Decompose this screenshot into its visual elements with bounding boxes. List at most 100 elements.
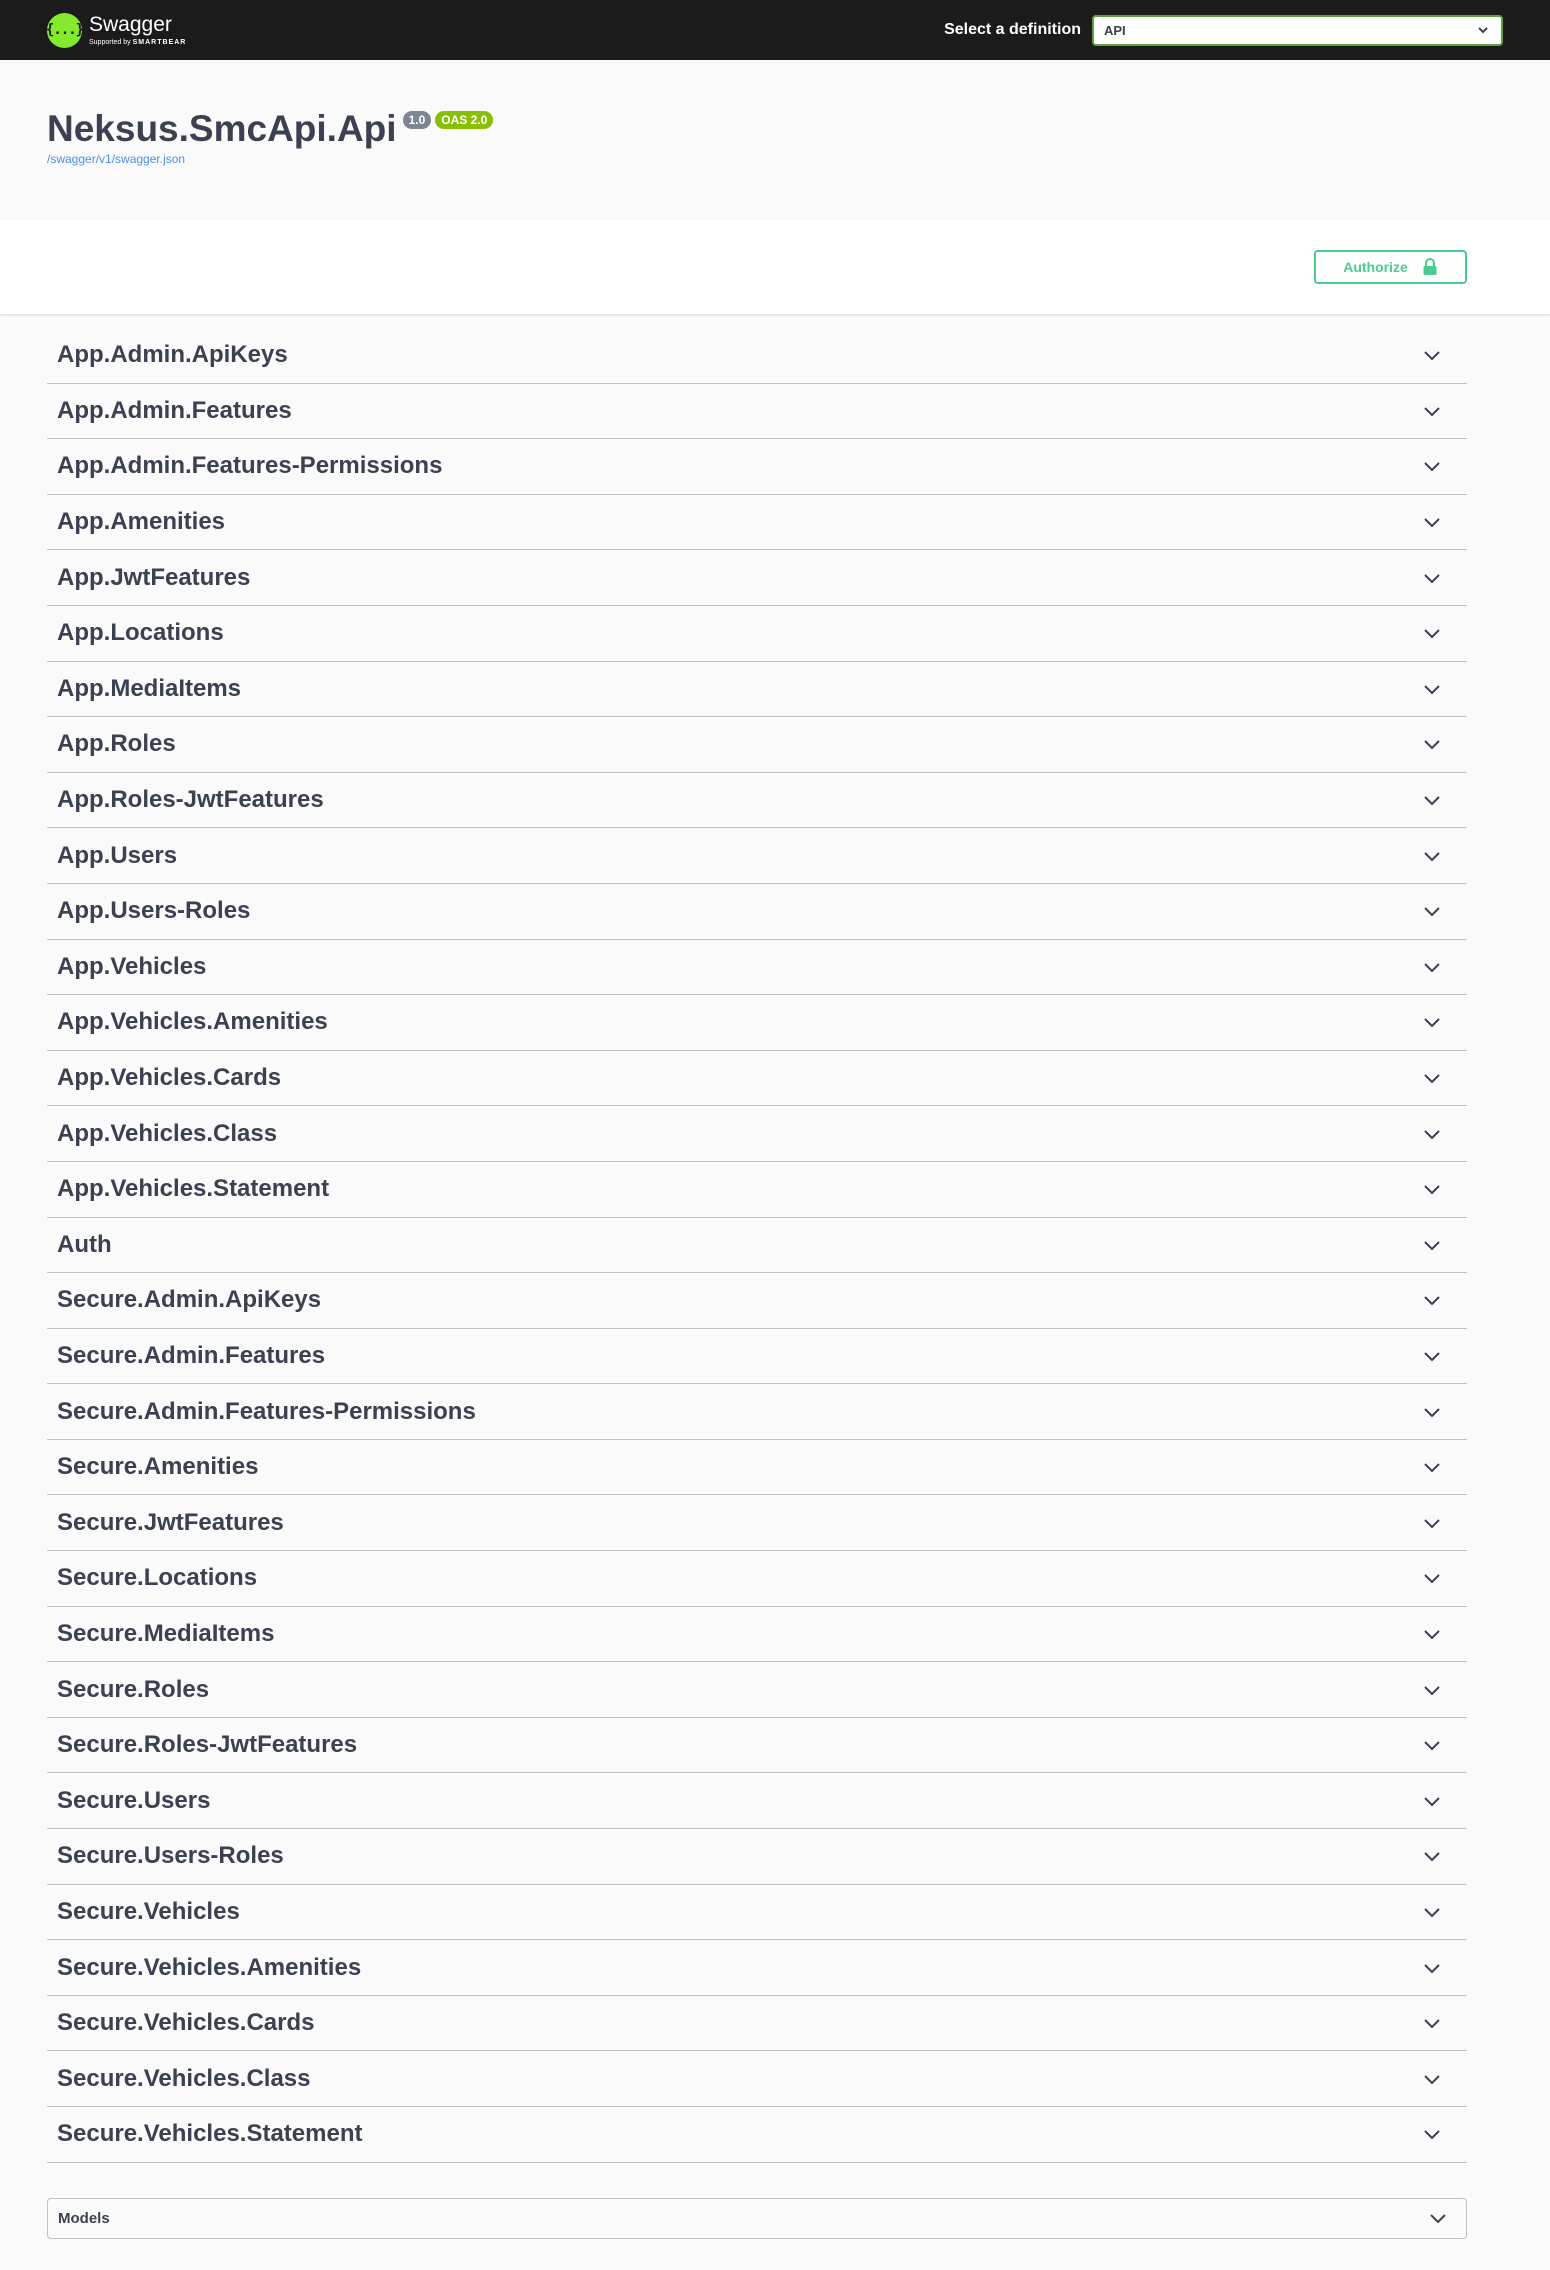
tag-row[interactable]: App.Admin.Features [47, 384, 1467, 440]
tag-name: Secure.Admin.Features [57, 1341, 326, 1369]
chevron-down-icon[interactable] [1422, 1902, 1442, 1922]
tag-row[interactable]: Secure.Vehicles.Amenities [47, 1940, 1467, 1996]
definition-selector: Select a definition API [944, 14, 1503, 46]
chevron-down-icon[interactable] [1422, 1124, 1442, 1144]
chevron-down-icon[interactable] [1422, 790, 1442, 810]
tag-name: Secure.Vehicles.Amenities [57, 1953, 362, 1981]
tag-row[interactable]: App.MediaItems [47, 662, 1467, 718]
tag-name: App.Vehicles.Statement [57, 1175, 330, 1203]
chevron-down-icon[interactable] [1422, 401, 1442, 421]
chevron-down-icon[interactable] [1422, 1457, 1442, 1477]
chevron-down-icon[interactable] [1422, 901, 1442, 921]
chevron-down-icon[interactable] [1422, 1624, 1442, 1644]
chevron-down-icon [1430, 2214, 1446, 2224]
tag-name: App.Locations [57, 619, 224, 647]
chevron-down-icon[interactable] [1422, 512, 1442, 532]
tag-row[interactable]: App.JwtFeatures [47, 550, 1467, 606]
authorize-button[interactable]: Authorize [1314, 250, 1467, 284]
tag-row[interactable]: Secure.Locations [47, 1551, 1467, 1607]
tag-row[interactable]: Secure.Users [47, 1773, 1467, 1830]
tag-row[interactable]: App.Vehicles.Cards [47, 1051, 1467, 1107]
tag-row[interactable]: App.Vehicles.Amenities [47, 995, 1467, 1051]
tag-name: App.JwtFeatures [57, 563, 251, 591]
tag-row[interactable]: App.Vehicles [47, 940, 1467, 996]
tag-row[interactable]: Secure.Vehicles.Statement [47, 2107, 1467, 2163]
chevron-down-icon[interactable] [1422, 734, 1442, 754]
chevron-down-icon[interactable] [1422, 1290, 1442, 1310]
authorize-label: Authorize [1343, 259, 1408, 275]
chevron-down-icon[interactable] [1422, 2013, 1442, 2033]
chevron-down-icon[interactable] [1422, 1068, 1442, 1088]
tag-row[interactable]: App.Roles-JwtFeatures [47, 773, 1467, 829]
tag-row[interactable]: App.Admin.ApiKeys [47, 328, 1467, 384]
chevron-down-icon[interactable] [1422, 1680, 1442, 1700]
tag-name: Secure.Vehicles.Cards [57, 2009, 315, 2037]
chevron-down-icon[interactable] [1422, 623, 1442, 643]
tag-row[interactable]: App.Locations [47, 606, 1467, 662]
tag-row[interactable]: Secure.Amenities [47, 1440, 1467, 1496]
chevron-down-icon[interactable] [1422, 1402, 1442, 1422]
tag-row[interactable]: App.Users [47, 828, 1467, 884]
tag-row[interactable]: Secure.Admin.ApiKeys [47, 1273, 1467, 1329]
version-badge: 1.0 [402, 111, 432, 129]
tag-name: Secure.Users-Roles [57, 1842, 284, 1870]
chevron-down-icon[interactable] [1422, 456, 1442, 476]
definition-label: Select a definition [944, 21, 1081, 38]
tag-row[interactable]: Secure.Roles-JwtFeatures [47, 1718, 1467, 1774]
brand-sub-prefix: Supported by [89, 38, 131, 46]
tag-row[interactable]: App.Amenities [47, 495, 1467, 551]
chevron-down-icon[interactable] [1422, 1568, 1442, 1588]
models-section[interactable]: Models [47, 2197, 1467, 2239]
chevron-down-icon[interactable] [1422, 1179, 1442, 1199]
tag-row[interactable]: Secure.Vehicles.Cards [47, 1996, 1467, 2052]
tag-row[interactable]: Secure.JwtFeatures [47, 1495, 1467, 1552]
swagger-logo-icon: {...} [46, 12, 84, 48]
definition-select[interactable]: API [1092, 14, 1503, 46]
tag-row[interactable]: App.Users-Roles [47, 884, 1467, 940]
tag-row[interactable]: Secure.MediaItems [47, 1607, 1467, 1663]
tag-row[interactable]: Secure.Admin.Features-Permissions [47, 1384, 1467, 1440]
chevron-down-icon[interactable] [1422, 2124, 1442, 2144]
chevron-down-icon[interactable] [1422, 846, 1442, 866]
api-info: Neksus.SmcApi.Api 1.0 OAS 2.0 /swagger/v… [0, 60, 1550, 220]
tag-name: Secure.Admin.ApiKeys [57, 1286, 322, 1314]
chevron-down-icon[interactable] [1422, 1846, 1442, 1866]
chevron-down-icon [1478, 27, 1488, 34]
tag-name: Secure.Users [57, 1786, 211, 1814]
chevron-down-icon[interactable] [1422, 1735, 1442, 1755]
tag-row[interactable]: Secure.Users-Roles [47, 1829, 1467, 1885]
tag-row[interactable]: Auth [47, 1218, 1467, 1274]
tag-name: App.Roles-JwtFeatures [57, 786, 324, 814]
chevron-down-icon[interactable] [1422, 345, 1442, 365]
brand-name: Swagger [89, 12, 172, 36]
chevron-down-icon[interactable] [1422, 568, 1442, 588]
tag-row[interactable]: App.Vehicles.Statement [47, 1162, 1467, 1218]
chevron-down-icon[interactable] [1422, 679, 1442, 699]
chevron-down-icon[interactable] [1422, 957, 1442, 977]
chevron-down-icon[interactable] [1422, 1791, 1442, 1811]
swagger-brand[interactable]: {...} Swagger Supported by SMARTBEAR [46, 12, 186, 48]
tag-row[interactable]: App.Vehicles.Class [47, 1106, 1467, 1162]
tag-row[interactable]: Secure.Vehicles [47, 1885, 1467, 1941]
tag-name: Secure.Roles-JwtFeatures [57, 1731, 358, 1759]
tag-row[interactable]: App.Admin.Features-Permissions [47, 439, 1467, 495]
tag-name: Secure.MediaItems [57, 1619, 275, 1647]
chevron-down-icon[interactable] [1422, 1346, 1442, 1366]
tag-row[interactable]: App.Roles [47, 717, 1467, 773]
chevron-down-icon[interactable] [1422, 1513, 1442, 1533]
chevron-down-icon[interactable] [1422, 2069, 1442, 2089]
brand-text: Swagger Supported by SMARTBEAR [89, 12, 186, 47]
swagger-json-link[interactable]: /swagger/v1/swagger.json [47, 152, 185, 166]
tag-name: Secure.Admin.Features-Permissions [57, 1397, 476, 1425]
tag-name: Secure.Locations [57, 1564, 258, 1592]
chevron-down-icon[interactable] [1422, 1235, 1442, 1255]
models-title: Models [58, 2209, 110, 2227]
chevron-down-icon[interactable] [1422, 1958, 1442, 1978]
tag-name: App.MediaItems [57, 674, 242, 702]
tag-row[interactable]: Secure.Roles [47, 1662, 1467, 1718]
chevron-down-icon[interactable] [1422, 1012, 1442, 1032]
definition-select-value: API [1104, 22, 1126, 38]
brand-sub: Supported by SMARTBEAR [89, 38, 186, 47]
tag-row[interactable]: Secure.Admin.Features [47, 1329, 1467, 1385]
tag-row[interactable]: Secure.Vehicles.Class [47, 2051, 1467, 2107]
